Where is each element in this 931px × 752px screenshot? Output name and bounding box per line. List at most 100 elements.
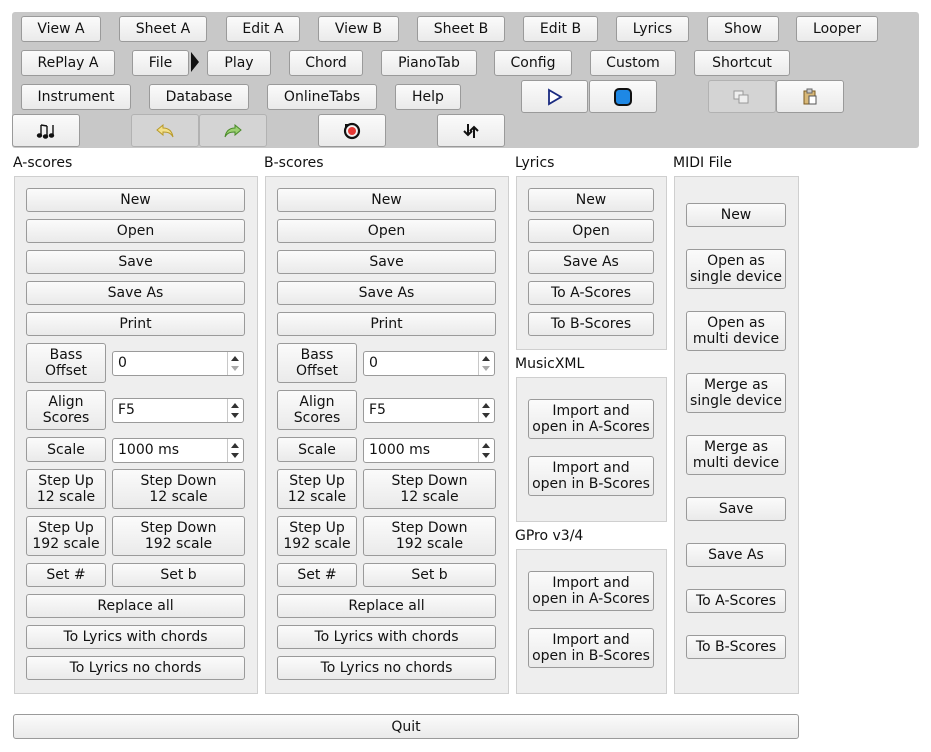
instrument-button[interactable]: Instrument [21,84,131,110]
spin-up-icon[interactable] [231,356,239,361]
a-step-down-12-button[interactable]: Step Down 12 scale [112,469,245,509]
a-bass-offset-spinbox[interactable]: 0 [112,351,244,376]
midi-merge-single-button[interactable]: Merge as single device [686,373,786,413]
play-button[interactable] [521,80,588,113]
b-set-flat-button[interactable]: Set b [363,563,496,587]
spin-up-icon[interactable] [482,356,490,361]
edit-a-button[interactable]: Edit A [226,16,300,42]
a-new-button[interactable]: New [26,188,245,212]
a-scale-spinbox[interactable]: 1000 ms [112,438,244,463]
copy-button[interactable] [708,80,776,113]
musicxml-import-b-button[interactable]: Import and open in B-Scores [528,456,654,496]
quit-button[interactable]: Quit [13,714,799,739]
a-step-up-192-button[interactable]: Step Up 192 scale [26,516,106,556]
spin-down-icon[interactable] [231,366,239,371]
spin-down-icon[interactable] [482,453,490,458]
config-button[interactable]: Config [494,50,572,76]
b-save-button[interactable]: Save [277,250,496,274]
replay-a-button[interactable]: RePlay A [21,50,115,76]
midi-save-button[interactable]: Save [686,497,786,521]
loop-record-button[interactable] [318,114,386,147]
b-print-button[interactable]: Print [277,312,496,336]
undo-button[interactable] [131,114,199,147]
spin-down-icon[interactable] [231,453,239,458]
edit-b-button[interactable]: Edit B [523,16,598,42]
custom-button[interactable]: Custom [590,50,676,76]
lyrics-tab-button[interactable]: Lyrics [616,16,689,42]
lyrics-to-b-scores-button[interactable]: To B-Scores [528,312,654,336]
b-save-as-button[interactable]: Save As [277,281,496,305]
b-open-button[interactable]: Open [277,219,496,243]
spin-down-icon[interactable] [482,413,490,418]
sheet-b-button[interactable]: Sheet B [417,16,505,42]
a-replace-all-button[interactable]: Replace all [26,594,245,618]
sheet-a-button[interactable]: Sheet A [119,16,207,42]
a-align-scores-button[interactable]: Align Scores [26,390,106,430]
spin-up-icon[interactable] [482,403,490,408]
view-b-button[interactable]: View B [318,16,399,42]
play-menu-button[interactable]: Play [207,50,271,76]
musicxml-import-a-button[interactable]: Import and open in A-Scores [528,399,654,439]
a-open-button[interactable]: Open [26,219,245,243]
midi-save-as-button[interactable]: Save As [686,543,786,567]
looper-button[interactable]: Looper [796,16,878,42]
a-step-up-12-button[interactable]: Step Up 12 scale [26,469,106,509]
onlinetabs-button[interactable]: OnlineTabs [267,84,377,110]
spin-up-icon[interactable] [231,403,239,408]
pianotab-button[interactable]: PianoTab [381,50,477,76]
stop-button[interactable] [589,80,657,113]
lyrics-new-button[interactable]: New [528,188,654,212]
gpro-import-b-button[interactable]: Import and open in B-Scores [528,628,654,668]
spin-up-icon[interactable] [231,443,239,448]
b-set-sharp-button[interactable]: Set # [277,563,357,587]
lyrics-to-a-scores-button[interactable]: To A-Scores [528,281,654,305]
b-step-up-12-button[interactable]: Step Up 12 scale [277,469,357,509]
file-menu-button[interactable]: File [132,50,189,76]
midi-to-b-scores-button[interactable]: To B-Scores [686,635,786,659]
a-set-sharp-button[interactable]: Set # [26,563,106,587]
view-a-button[interactable]: View A [21,16,101,42]
help-button[interactable]: Help [395,84,461,110]
a-bass-offset-button[interactable]: Bass Offset [26,343,106,383]
lyrics-save-as-button[interactable]: Save As [528,250,654,274]
b-to-lyrics-chords-button[interactable]: To Lyrics with chords [277,625,496,649]
database-button[interactable]: Database [149,84,249,110]
paste-button[interactable] [776,80,844,113]
a-to-lyrics-chords-button[interactable]: To Lyrics with chords [26,625,245,649]
b-step-down-12-button[interactable]: Step Down 12 scale [363,469,496,509]
midi-open-single-button[interactable]: Open as single device [686,249,786,289]
a-step-down-192-button[interactable]: Step Down 192 scale [112,516,245,556]
redo-button[interactable] [199,114,267,147]
b-new-button[interactable]: New [277,188,496,212]
b-bass-offset-button[interactable]: Bass Offset [277,343,357,383]
b-to-lyrics-no-chords-button[interactable]: To Lyrics no chords [277,656,496,680]
b-scale-button[interactable]: Scale [277,437,357,462]
b-bass-offset-spinbox[interactable]: 0 [363,351,495,376]
spin-up-icon[interactable] [482,443,490,448]
b-step-up-192-button[interactable]: Step Up 192 scale [277,516,357,556]
a-scale-button[interactable]: Scale [26,437,106,462]
notes-button[interactable] [12,114,80,147]
b-replace-all-button[interactable]: Replace all [277,594,496,618]
swap-button[interactable] [437,114,505,147]
midi-to-a-scores-button[interactable]: To A-Scores [686,589,786,613]
b-align-scores-button[interactable]: Align Scores [277,390,357,430]
b-align-spinbox[interactable]: F5 [363,398,495,423]
spin-down-icon[interactable] [231,413,239,418]
midi-new-button[interactable]: New [686,203,786,227]
shortcut-button[interactable]: Shortcut [694,50,790,76]
b-step-down-192-button[interactable]: Step Down 192 scale [363,516,496,556]
midi-merge-multi-button[interactable]: Merge as multi device [686,435,786,475]
midi-open-multi-button[interactable]: Open as multi device [686,311,786,351]
a-print-button[interactable]: Print [26,312,245,336]
a-save-button[interactable]: Save [26,250,245,274]
spin-down-icon[interactable] [482,366,490,371]
show-button[interactable]: Show [707,16,779,42]
a-set-flat-button[interactable]: Set b [112,563,245,587]
gpro-import-a-button[interactable]: Import and open in A-Scores [528,571,654,611]
a-to-lyrics-no-chords-button[interactable]: To Lyrics no chords [26,656,245,680]
chord-button[interactable]: Chord [289,50,363,76]
a-align-spinbox[interactable]: F5 [112,398,244,423]
b-scale-spinbox[interactable]: 1000 ms [363,438,495,463]
a-save-as-button[interactable]: Save As [26,281,245,305]
